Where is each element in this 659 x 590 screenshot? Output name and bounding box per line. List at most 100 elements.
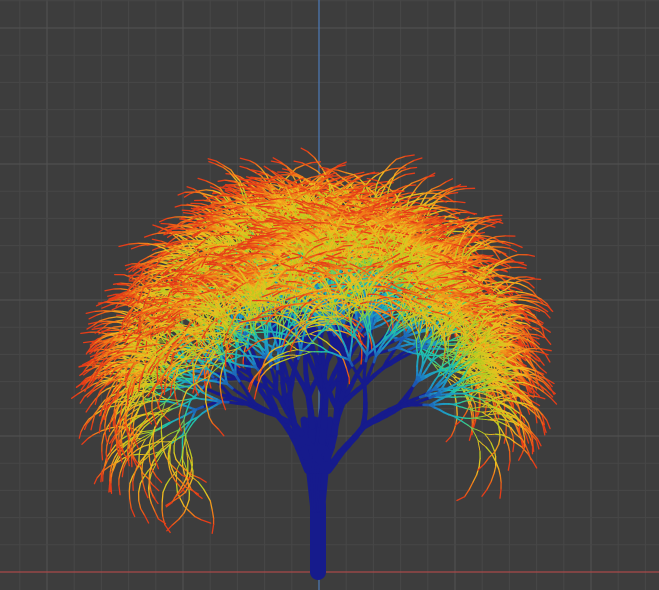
branch-tip bbox=[94, 478, 97, 484]
branch-tip bbox=[111, 484, 112, 493]
branch-segment bbox=[171, 392, 174, 396]
branch-tip bbox=[172, 475, 175, 481]
branch-segment bbox=[144, 435, 147, 437]
branch-tip bbox=[143, 392, 144, 401]
branch-tip bbox=[166, 479, 170, 485]
branch-segment bbox=[160, 404, 163, 406]
branch-segment bbox=[149, 377, 152, 378]
branch-tip bbox=[130, 499, 132, 508]
branch-tip bbox=[126, 417, 127, 424]
branch-tip bbox=[200, 478, 206, 482]
branch-tip bbox=[172, 519, 179, 525]
branch-segment bbox=[185, 466, 186, 469]
branch-tip bbox=[89, 315, 97, 319]
tree-model[interactable] bbox=[0, 0, 659, 590]
branch-segment bbox=[160, 454, 162, 457]
branch-tip bbox=[151, 504, 154, 512]
branch-tip bbox=[102, 305, 111, 309]
branch-tip bbox=[204, 489, 207, 495]
branch-tip bbox=[102, 435, 104, 445]
branch-segment bbox=[186, 408, 187, 412]
branch-tip bbox=[119, 429, 120, 438]
branch-segment bbox=[184, 430, 185, 433]
branch-tip bbox=[130, 477, 133, 484]
branch-segment bbox=[174, 407, 178, 408]
branch-tip bbox=[141, 508, 145, 515]
branch-tip bbox=[132, 445, 134, 452]
branch-tip bbox=[109, 317, 117, 318]
branch-segment bbox=[183, 374, 188, 375]
branch-tip bbox=[139, 501, 141, 509]
branch-tip bbox=[84, 341, 93, 342]
branch-segment bbox=[181, 423, 183, 426]
branch-segment bbox=[180, 459, 181, 462]
3d-viewport[interactable] bbox=[0, 0, 659, 590]
branch-tip bbox=[179, 513, 185, 520]
branch-tip bbox=[207, 495, 210, 501]
branch-tip bbox=[170, 469, 172, 475]
branch-tip bbox=[125, 264, 131, 266]
branch-tip bbox=[202, 520, 211, 523]
branch-tip bbox=[105, 426, 106, 435]
branch-tip bbox=[91, 423, 93, 430]
branch-tip bbox=[97, 312, 106, 315]
branch-segment bbox=[170, 402, 175, 403]
branch-tip bbox=[184, 213, 194, 214]
branch-segment bbox=[150, 454, 153, 455]
branch-tip bbox=[101, 472, 102, 482]
branch-tip bbox=[164, 415, 170, 421]
branch-tip bbox=[116, 438, 117, 448]
branch-tip bbox=[105, 435, 107, 443]
branch-segment bbox=[149, 432, 152, 433]
branch-tip bbox=[152, 484, 159, 491]
branch-segment bbox=[180, 382, 185, 385]
branch-tip bbox=[110, 482, 111, 492]
branch-tip bbox=[152, 239, 161, 241]
branch-tip bbox=[117, 315, 123, 316]
branch-tip bbox=[102, 349, 109, 350]
branch-tip bbox=[131, 509, 134, 517]
branch-tip bbox=[198, 482, 204, 489]
branch-tip bbox=[111, 471, 112, 478]
branch-tip bbox=[162, 492, 163, 502]
branch-tip bbox=[86, 406, 90, 413]
branch-tip bbox=[149, 453, 150, 462]
branch-tip bbox=[163, 485, 166, 493]
branch-segment bbox=[142, 433, 145, 434]
branch-segment bbox=[145, 433, 148, 434]
branch-tip bbox=[104, 413, 105, 419]
branch-tip bbox=[91, 399, 96, 405]
branch-tip bbox=[183, 450, 184, 458]
branch-tip bbox=[86, 312, 94, 314]
branch-segment bbox=[158, 457, 160, 460]
branch-tip bbox=[174, 453, 176, 460]
branch-tip bbox=[119, 438, 120, 447]
branch-tip bbox=[162, 510, 163, 516]
branch-segment bbox=[154, 408, 157, 410]
branch-tip bbox=[131, 448, 132, 454]
branch-tip bbox=[88, 435, 93, 439]
branch-tip bbox=[361, 355, 362, 364]
branch-segment bbox=[144, 399, 147, 400]
branch-tip bbox=[195, 517, 202, 520]
branch-tip bbox=[155, 511, 159, 519]
branch-tip bbox=[139, 483, 141, 492]
branch-tip bbox=[121, 283, 131, 284]
branch-tip bbox=[100, 318, 109, 321]
branch-segment bbox=[172, 419, 177, 421]
branch-tip bbox=[82, 439, 88, 445]
branch-tip bbox=[149, 488, 150, 497]
branch-segment bbox=[139, 401, 142, 402]
branch-segment bbox=[184, 463, 185, 466]
branch-tip bbox=[94, 311, 103, 312]
branch-tip bbox=[187, 500, 189, 506]
branch-tip bbox=[87, 325, 93, 329]
branch-tip bbox=[106, 446, 107, 454]
branch-segment bbox=[163, 405, 164, 408]
branch-tip bbox=[212, 510, 213, 519]
branch-segment bbox=[141, 437, 144, 439]
branch-tip bbox=[107, 321, 117, 322]
branch-tip bbox=[197, 495, 202, 499]
branch-tip bbox=[212, 525, 213, 534]
branch-tip bbox=[210, 501, 212, 510]
